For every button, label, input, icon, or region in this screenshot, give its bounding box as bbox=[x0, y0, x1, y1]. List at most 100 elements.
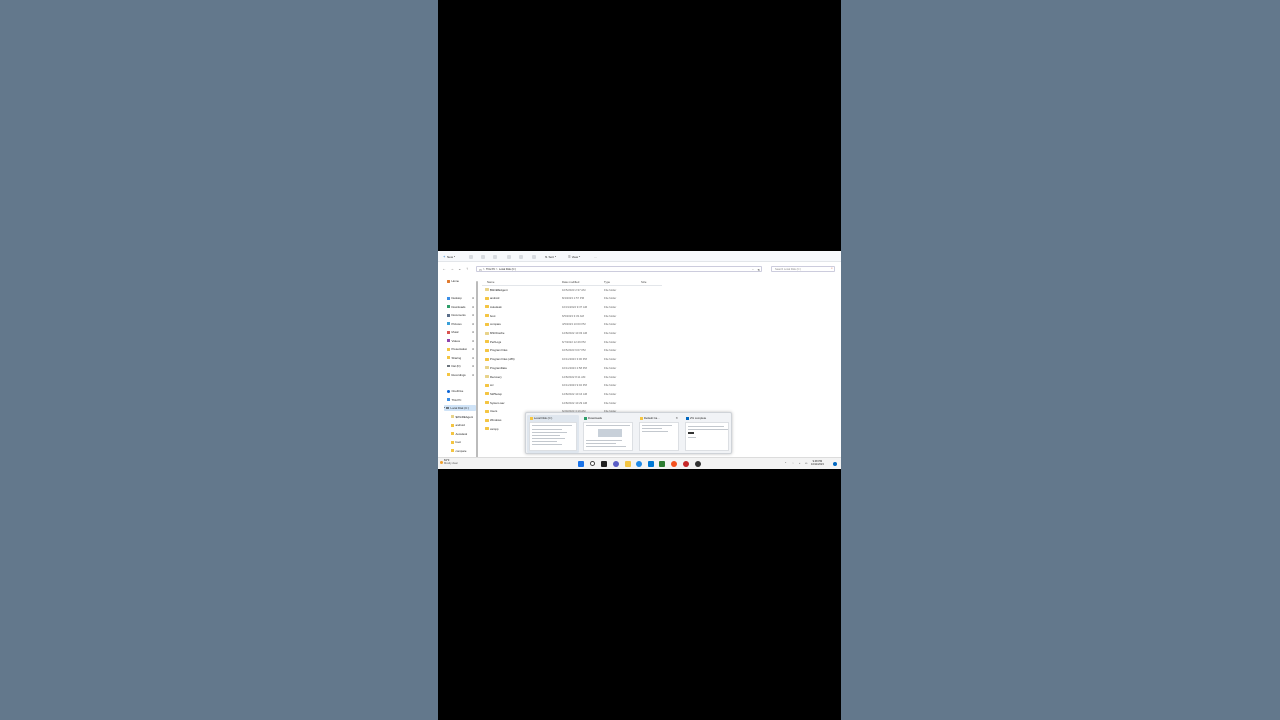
home-icon bbox=[447, 279, 450, 283]
breadcrumb-local-disk[interactable]: Local Disk (C:) bbox=[499, 268, 516, 271]
file-name: Windows bbox=[490, 418, 502, 422]
tray-overflow-icon[interactable]: ^ bbox=[785, 462, 786, 465]
preview-line bbox=[586, 446, 626, 447]
back-icon[interactable]: ← bbox=[442, 267, 446, 271]
cut-button[interactable] bbox=[469, 254, 473, 259]
close-icon[interactable]: ✕ bbox=[675, 416, 678, 420]
sidebar-item-label: android bbox=[455, 423, 465, 427]
file-date: 4/5/2023 10:00 PM bbox=[562, 322, 586, 327]
column-header-type[interactable]: Type bbox=[604, 280, 610, 284]
task-preview-default-ca[interactable]: Default Ca... ✕ bbox=[637, 415, 681, 453]
preview-line bbox=[532, 444, 562, 445]
table-row[interactable]: $WinREAgent 10/5/2023 2:37 AM File folder bbox=[482, 287, 682, 293]
table-row[interactable]: Program Files 10/5/2023 6:07 PM File folde… bbox=[482, 348, 682, 354]
sidebar-item-compare[interactable]: compare bbox=[451, 448, 466, 454]
folder-icon bbox=[447, 347, 450, 351]
weather-icon bbox=[440, 461, 443, 464]
table-row[interactable]: Recovery 12/8/2022 8:11 AM File folder bbox=[482, 374, 682, 380]
sidebar-item-recordings[interactable]: Recordings bbox=[447, 372, 466, 378]
table-row[interactable]: MSOCache 12/8/2022 10:03 AM File folder bbox=[482, 331, 682, 337]
app-icon[interactable] bbox=[695, 461, 701, 467]
table-row[interactable]: src 10/11/2023 9:02 PM File folder bbox=[482, 383, 682, 389]
sidebar-item-videos[interactable]: Videos bbox=[447, 338, 460, 344]
column-header-name[interactable]: Name bbox=[487, 280, 494, 284]
notification-icon[interactable] bbox=[833, 462, 837, 466]
sidebar-item-downloads[interactable]: Downloads bbox=[447, 304, 465, 310]
music-icon bbox=[447, 330, 450, 334]
sidebar-item-label: This PC bbox=[451, 397, 462, 402]
search-icon[interactable] bbox=[590, 461, 595, 466]
rename-button[interactable] bbox=[507, 254, 511, 259]
breadcrumb-this-pc[interactable]: This PC bbox=[486, 268, 495, 271]
task-preview-downloads[interactable]: Downloads bbox=[581, 415, 635, 453]
task-view-icon[interactable] bbox=[601, 461, 607, 467]
search-input[interactable]: Search Local Disk (C:) bbox=[771, 266, 835, 272]
app-icon[interactable] bbox=[683, 461, 689, 467]
sidebar-item-pictures[interactable]: Pictures bbox=[447, 321, 462, 327]
start-icon[interactable] bbox=[578, 461, 584, 467]
paste-icon bbox=[493, 254, 497, 259]
store-icon[interactable] bbox=[648, 461, 654, 467]
copy-button[interactable] bbox=[481, 254, 485, 259]
battery-icon[interactable]: ▭ bbox=[805, 462, 807, 465]
table-row[interactable]: PerfLogs 6/7/2022 12:49 PM File folder bbox=[482, 339, 682, 345]
chevron-down-icon[interactable]: ⌄ bbox=[752, 268, 754, 271]
clock[interactable]: 9:48 PM 10/11/2023 bbox=[811, 460, 824, 467]
app-icon[interactable] bbox=[659, 461, 665, 467]
sidebar-item-winreagent[interactable]: $WinREAgent bbox=[451, 414, 473, 420]
sidebar-item-onedrive[interactable]: OneDrive bbox=[447, 388, 463, 394]
table-row[interactable]: System.sav 12/8/2022 10:29 AM File folder bbox=[482, 400, 682, 406]
sidebar-item-desktop[interactable]: Desktop bbox=[447, 295, 462, 301]
table-row[interactable]: compare 4/5/2023 10:00 PM File folder bbox=[482, 322, 682, 328]
sidebar-item-presentation[interactable]: Presentation bbox=[447, 346, 467, 352]
new-button[interactable]: + New ▾ bbox=[443, 254, 455, 259]
table-row[interactable]: Program Files (x86) 10/11/2023 3:00 PM Fil… bbox=[482, 357, 682, 363]
preview-title: Default Ca... bbox=[640, 416, 660, 420]
task-preview-progress[interactable]: 2% complete bbox=[683, 415, 731, 453]
preview-image bbox=[685, 422, 729, 451]
preview-title-label: Local Disk (C:) bbox=[534, 416, 553, 420]
sidebar-scrollbar[interactable] bbox=[476, 281, 478, 459]
sidebar-item-boot[interactable]: boot bbox=[451, 439, 461, 445]
weather-widget[interactable]: 84°F Mostly clear bbox=[444, 459, 458, 465]
forward-icon[interactable]: → bbox=[450, 267, 454, 271]
refresh-icon[interactable]: ↻ bbox=[757, 268, 760, 272]
sort-button[interactable]: ⇅ Sort ▾ bbox=[545, 254, 556, 259]
wifi-icon[interactable]: ◔ bbox=[792, 462, 794, 465]
address-bar[interactable]: ▭ > This PC > Local Disk (C:) ⌄ ↻ bbox=[476, 266, 762, 272]
table-row[interactable]: android 8/4/2023 1:57 PM File folder bbox=[482, 296, 682, 302]
file-date: 12/8/2022 10:03 AM bbox=[562, 331, 588, 335]
chevron-down-icon[interactable]: ⌄ bbox=[458, 267, 462, 271]
sidebar-item-android[interactable]: android bbox=[451, 422, 465, 428]
chrome-icon[interactable] bbox=[671, 461, 677, 467]
sidebar-item-local-disk[interactable]: ▾ Local Disk (C:) bbox=[444, 405, 476, 411]
up-icon[interactable]: ↑ bbox=[466, 267, 470, 271]
volume-icon[interactable]: ◖ bbox=[799, 462, 801, 465]
sidebar-item-data-drive[interactable]: Dat (D) bbox=[447, 363, 461, 369]
sidebar-item-music[interactable]: Music bbox=[447, 329, 459, 335]
view-button[interactable]: ☰ View ▾ bbox=[568, 254, 580, 259]
folder-icon bbox=[640, 416, 643, 420]
table-row[interactable]: ProgramData 10/11/2023 2:58 PM File folder bbox=[482, 365, 682, 371]
more-button[interactable]: ··· bbox=[594, 254, 597, 259]
folder-icon bbox=[485, 401, 489, 405]
sidebar-item-documents[interactable]: Documents bbox=[447, 312, 466, 318]
column-header-size[interactable]: Size bbox=[641, 280, 646, 284]
table-row[interactable]: SWSetup 12/8/2022 10:16 AM File folder bbox=[482, 391, 682, 397]
sidebar-item-home[interactable]: Home bbox=[447, 278, 459, 284]
file-explorer-icon[interactable] bbox=[625, 461, 631, 467]
file-type: File folder bbox=[604, 304, 617, 309]
sidebar-item-autodesk[interactable]: Autodesk bbox=[451, 431, 467, 437]
chat-icon[interactable] bbox=[613, 461, 619, 467]
delete-button[interactable] bbox=[532, 254, 536, 259]
folder-icon bbox=[485, 331, 489, 335]
task-preview-local-disk[interactable]: Local Disk (C:) bbox=[527, 415, 579, 453]
table-row[interactable]: boot 6/5/2023 3:33 AM File folder bbox=[482, 313, 682, 319]
share-button[interactable] bbox=[519, 254, 523, 259]
column-header-date[interactable]: Date modified bbox=[562, 280, 579, 284]
edge-icon[interactable] bbox=[636, 461, 642, 467]
paste-button[interactable] bbox=[493, 254, 497, 259]
table-row[interactable]: Autodesk 10/31/2022 9:37 AM File folder bbox=[482, 304, 682, 310]
sidebar-item-this-pc[interactable]: This PC bbox=[447, 397, 461, 403]
sidebar-item-sharing[interactable]: Sharing bbox=[447, 355, 461, 361]
